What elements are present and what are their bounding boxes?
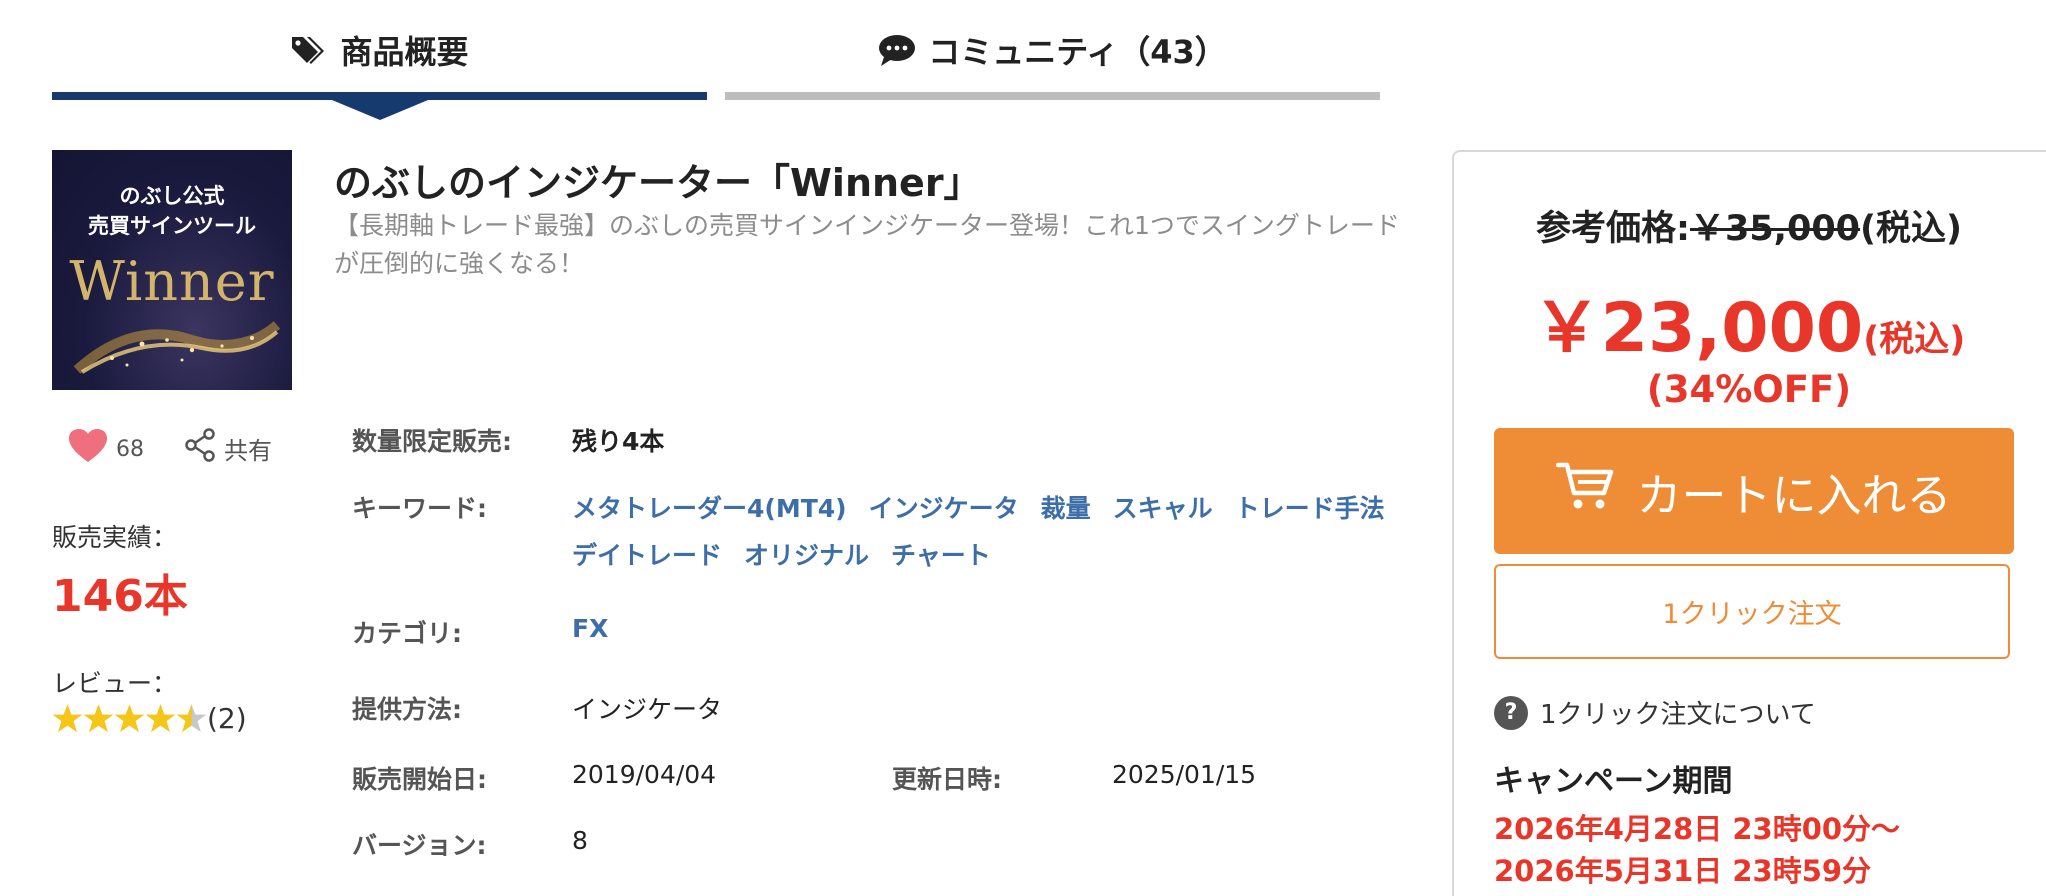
sale-start-value: 2019/04/04 (572, 760, 717, 789)
star-icon (83, 704, 114, 733)
category-link[interactable]: FX (572, 614, 608, 643)
tag-icon (290, 33, 328, 67)
updated-value: 2025/01/15 (1112, 760, 1257, 789)
keyword-link[interactable]: メタトレーダー4(MT4) (572, 489, 847, 525)
reference-price-amount: ￥35,000 (1689, 209, 1861, 249)
discount-rate: (34%OFF) (1646, 368, 1852, 411)
review-label: レビュー： (52, 669, 178, 698)
sale-price-tax: (税込) (1863, 320, 1966, 360)
tab-community[interactable]: コミュニティ（43） (725, 0, 1380, 100)
share-button[interactable]: 共有 (184, 428, 272, 468)
product-image-brand: Winner (69, 250, 275, 313)
product-image-caption-2: 売買サインツール (88, 214, 256, 238)
keywords-label: キーワード: (352, 494, 487, 523)
product-image-caption-1: のぶし公式 (119, 184, 225, 208)
sale-price-amount: ￥23,000 (1532, 289, 1864, 368)
keyword-link[interactable]: インジケータ (869, 489, 1019, 525)
keyword-link[interactable]: チャート (891, 536, 991, 572)
share-label: 共有 (224, 436, 272, 465)
product-title: のぶしのインジケーター「Winner」 (334, 161, 982, 205)
question-icon: ? (1494, 695, 1528, 730)
like-count: 68 (116, 436, 144, 462)
product-image: のぶし公式 売買サインツール Winner (52, 150, 292, 390)
keyword-link[interactable]: スキャル (1113, 489, 1213, 525)
delivery-method-label: 提供方法: (352, 695, 462, 724)
category-label: カテゴリ: (352, 619, 462, 648)
keyword-link[interactable]: トレード手法 (1235, 489, 1385, 525)
review-count: (2) (207, 702, 247, 735)
keyword-link[interactable]: 裁量 (1041, 489, 1091, 525)
campaign-title: キャンペーン期間 (1494, 764, 1733, 799)
star-rating (52, 703, 207, 734)
add-to-cart-button[interactable]: カートに入れる (1494, 428, 2014, 554)
keyword-link[interactable]: オリジナル (744, 536, 869, 572)
heart-icon (68, 428, 108, 470)
sale-start-label: 販売開始日: (352, 765, 487, 794)
sale-price: ￥23,000(税込) (1452, 272, 2046, 371)
keywords-line-1: メタトレーダー4(MT4) インジケータ 裁量 スキャル トレード手法 (572, 489, 1385, 525)
tab-overview-underline (52, 92, 707, 100)
limited-sale-value: 残り4本 (572, 427, 665, 456)
share-icon (184, 428, 216, 468)
keywords-line-2: デイトレード オリジナル チャート (572, 536, 991, 572)
star-icon (145, 704, 176, 733)
reference-price: 参考価格:￥35,000(税込) (1452, 200, 2046, 251)
sales-label: 販売実績： (52, 523, 178, 552)
campaign-end: 2026年5月31日 23時59分 (1494, 854, 1872, 888)
active-tab-pointer (332, 100, 428, 120)
one-click-help-link[interactable]: ? 1クリック注文について (1494, 694, 1816, 731)
tab-community-label: コミュニティ（43） (928, 33, 1227, 71)
updated-label: 更新日時: (892, 765, 1002, 794)
add-to-cart-label: カートに入れる (1636, 468, 1952, 522)
one-click-help-label: 1クリック注文について (1540, 700, 1816, 730)
product-description: 【長期軸トレード最強】のぶしの売買サインインジケーター登場！これ1つでスイングト… (334, 211, 1400, 278)
gold-sparkle-decoration (73, 321, 281, 374)
star-icon (52, 704, 83, 733)
tab-overview-label: 商品概要 (340, 33, 469, 71)
version-label: バージョン: (352, 831, 487, 860)
cart-icon (1556, 460, 1616, 523)
sales-count: 146本 (52, 571, 188, 622)
like-button[interactable]: 68 (68, 428, 144, 470)
category-value: FX (572, 614, 608, 643)
delivery-method-value: インジケータ (572, 695, 723, 724)
star-icon (176, 704, 207, 733)
keyword-link[interactable]: デイトレード (572, 536, 722, 572)
tab-community-underline (725, 92, 1380, 100)
limited-sale-label: 数量限定販売: (352, 427, 512, 456)
review-rating[interactable]: (2) (52, 702, 247, 735)
reference-price-tax: (税込) (1860, 209, 1963, 249)
tab-overview[interactable]: 商品概要 (52, 0, 707, 100)
campaign-start: 2026年4月28日 23時00分〜 (1494, 812, 1901, 846)
chat-bubble-icon (878, 33, 916, 67)
one-click-order-button[interactable]: 1クリック注文 (1494, 564, 2010, 659)
version-value: 8 (572, 826, 588, 855)
star-icon (114, 704, 145, 733)
reference-price-label: 参考価格: (1535, 209, 1690, 249)
